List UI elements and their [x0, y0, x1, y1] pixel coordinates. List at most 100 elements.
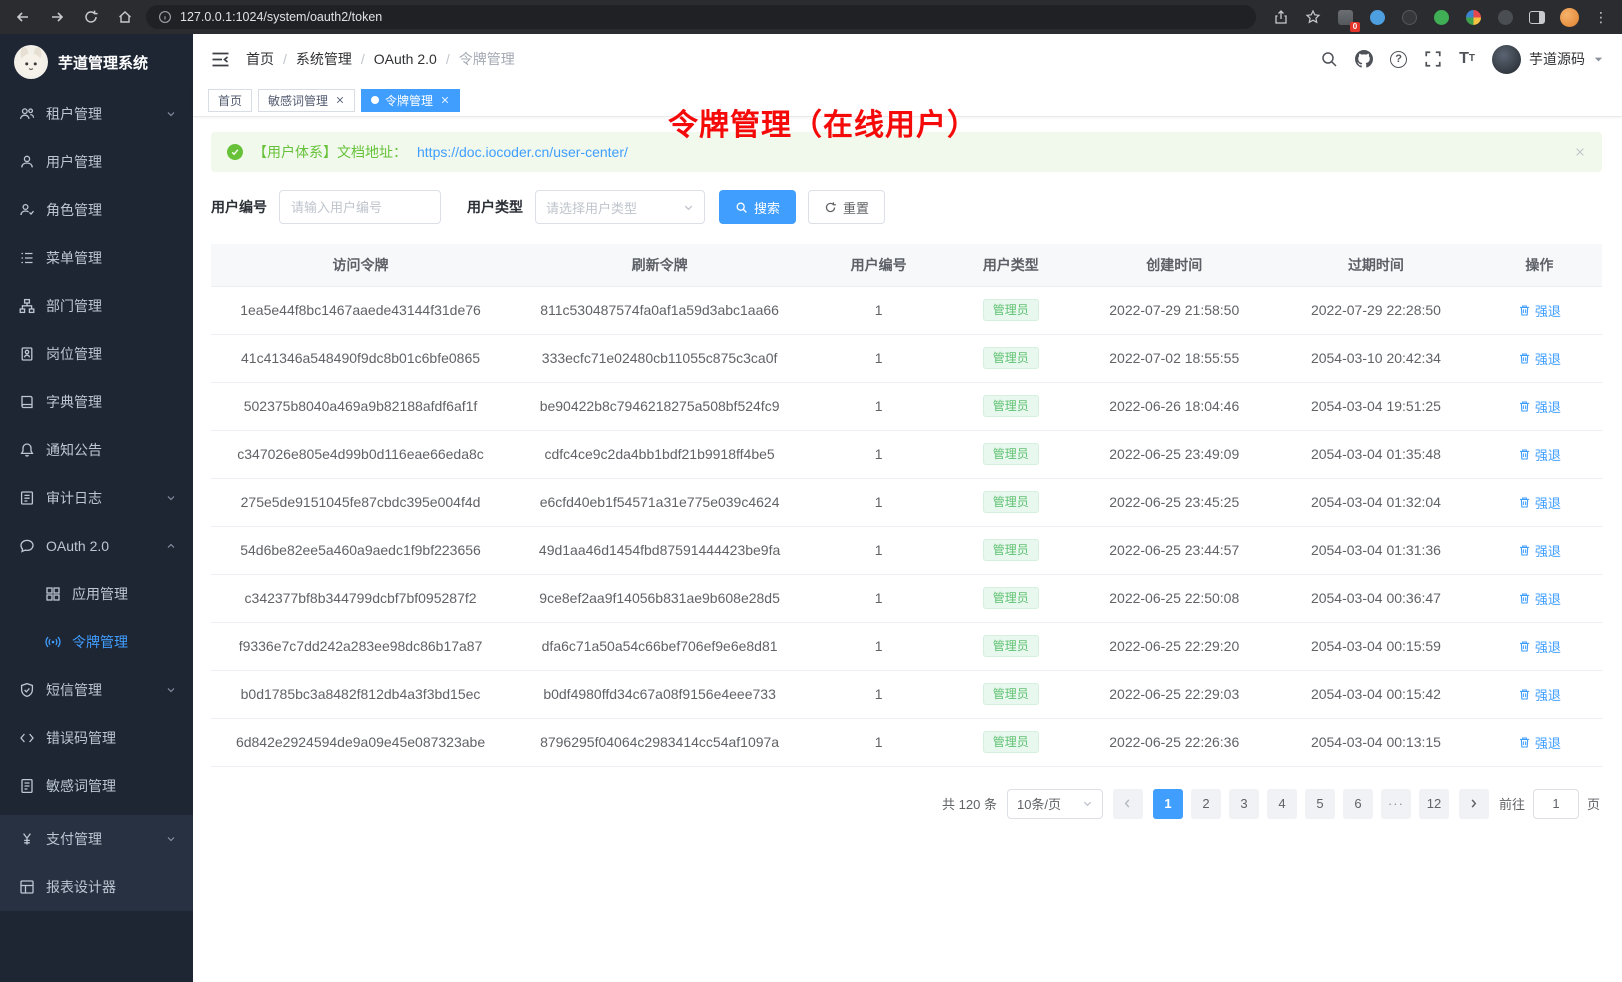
sidebar-item-7[interactable]: 通知公告: [0, 426, 193, 474]
next-page-button[interactable]: [1459, 789, 1489, 819]
sidebar-item-1[interactable]: 用户管理: [0, 138, 193, 186]
force-logout-button[interactable]: 强退: [1518, 637, 1561, 656]
table-row: 54d6be82ee5a460a9aedc1f9bf22365649d1aa46…: [211, 526, 1602, 574]
tab-bar: 首页敏感词管理令牌管理: [193, 84, 1622, 117]
bookmark-star-icon[interactable]: [1302, 6, 1324, 28]
extension-green-icon[interactable]: [1430, 6, 1452, 28]
pager-page-4[interactable]: 4: [1267, 789, 1297, 819]
chevron-down-icon: [165, 684, 177, 696]
pager-pages: 123456···12: [1153, 789, 1449, 819]
action-cell: 强退: [1477, 382, 1602, 430]
tab-2[interactable]: 令牌管理: [361, 89, 460, 112]
sidebar-item-2[interactable]: 角色管理: [0, 186, 193, 234]
sidebar-item-12[interactable]: 短信管理: [0, 666, 193, 714]
search-button[interactable]: 搜索: [719, 190, 796, 224]
force-logout-button[interactable]: 强退: [1518, 541, 1561, 560]
goto-suffix: 页: [1587, 794, 1600, 813]
access-token-cell: 1ea5e44f8bc1467aaede43144f31de76: [211, 286, 510, 334]
sidebar-item-11[interactable]: 令牌管理: [0, 618, 193, 666]
sidebar-item-8[interactable]: 审计日志: [0, 474, 193, 522]
reload-icon[interactable]: [78, 4, 104, 30]
doc-link[interactable]: https://doc.iocoder.cn/user-center/: [417, 144, 628, 160]
reset-button[interactable]: 重置: [808, 190, 885, 224]
force-logout-button[interactable]: 强退: [1518, 685, 1561, 704]
back-icon[interactable]: [10, 4, 36, 30]
refresh-token-cell: dfa6c71a50a54c66bef706ef9e6e8d81: [510, 622, 809, 670]
sidebar-item-13[interactable]: 错误码管理: [0, 714, 193, 762]
app-title: 芋道管理系统: [58, 52, 148, 73]
extension-dark-icon[interactable]: [1398, 6, 1420, 28]
site-info-icon[interactable]: [158, 10, 172, 24]
force-logout-button[interactable]: 强退: [1518, 349, 1561, 368]
extension-blue-icon[interactable]: [1366, 6, 1388, 28]
page-size-select[interactable]: 10条/页: [1007, 789, 1103, 819]
force-logout-button[interactable]: 强退: [1518, 445, 1561, 464]
sidebar-item-4[interactable]: 部门管理: [0, 282, 193, 330]
force-logout-button[interactable]: 强退: [1518, 397, 1561, 416]
user-type-select[interactable]: 请选择用户类型: [535, 190, 705, 224]
alert-close-icon[interactable]: [1574, 146, 1586, 158]
force-logout-button[interactable]: 强退: [1518, 589, 1561, 608]
sidebar-item-0[interactable]: 租户管理: [0, 90, 193, 138]
breadcrumb-item-2[interactable]: OAuth 2.0: [374, 51, 437, 67]
sidebar-item-16[interactable]: 报表设计器: [0, 863, 193, 911]
breadcrumb-item-0[interactable]: 首页: [246, 49, 274, 69]
profile-avatar[interactable]: [1558, 6, 1580, 28]
force-logout-button[interactable]: 强退: [1518, 493, 1561, 512]
user-id-input[interactable]: [279, 190, 441, 224]
extension-paw-icon[interactable]: [1494, 6, 1516, 28]
pager-more[interactable]: ···: [1381, 789, 1411, 819]
sidebar-item-9[interactable]: OAuth 2.0: [0, 522, 193, 570]
pager-page-12[interactable]: 12: [1419, 789, 1449, 819]
home-icon[interactable]: [112, 4, 138, 30]
user-id-cell: 1: [809, 670, 948, 718]
chevron-down-icon: [683, 202, 694, 213]
refresh-token-cell: 8796295f04064c2983414cc54af1097a: [510, 718, 809, 766]
search-icon[interactable]: [1320, 50, 1338, 68]
active-tab-dot: [371, 96, 379, 104]
prev-page-button[interactable]: [1113, 789, 1143, 819]
sidebar-item-14[interactable]: 敏感词管理: [0, 762, 193, 810]
forward-icon[interactable]: [44, 4, 70, 30]
extension-badge-icon[interactable]: 0: [1334, 6, 1356, 28]
user-type-cell: 管理员: [948, 478, 1073, 526]
pager-page-5[interactable]: 5: [1305, 789, 1335, 819]
user-menu[interactable]: 芋道源码: [1492, 45, 1604, 74]
fullscreen-icon[interactable]: [1424, 50, 1442, 68]
force-logout-button[interactable]: 强退: [1518, 301, 1561, 320]
sidebar-item-15[interactable]: 支付管理: [0, 815, 193, 863]
pager-page-2[interactable]: 2: [1191, 789, 1221, 819]
access-token-cell: 41c41346a548490f9dc8b01c6bfe0865: [211, 334, 510, 382]
app-logo[interactable]: 芋道管理系统: [0, 34, 193, 90]
pager-page-3[interactable]: 3: [1229, 789, 1259, 819]
browser-menu-icon[interactable]: ⋮: [1590, 6, 1612, 28]
sidebar-item-10[interactable]: 应用管理: [0, 570, 193, 618]
tab-1[interactable]: 敏感词管理: [258, 89, 355, 112]
tab-0[interactable]: 首页: [208, 89, 252, 112]
collapse-menu-icon[interactable]: [211, 51, 230, 68]
sidebar-item-6[interactable]: 字典管理: [0, 378, 193, 426]
pager-page-1[interactable]: 1: [1153, 789, 1183, 819]
github-icon[interactable]: [1355, 50, 1373, 68]
tab-close-icon[interactable]: [334, 95, 345, 106]
sidebar-item-5[interactable]: 岗位管理: [0, 330, 193, 378]
share-icon[interactable]: [1270, 6, 1292, 28]
extensions-puzzle-icon[interactable]: [1462, 6, 1484, 28]
trash-icon: [1518, 736, 1531, 749]
chevron-down-icon: [165, 108, 177, 120]
tab-close-icon[interactable]: [439, 95, 450, 106]
table-row: 275e5de9151045fe87cbdc395e004f4de6cfd40e…: [211, 478, 1602, 526]
breadcrumb-item-1[interactable]: 系统管理: [296, 49, 352, 69]
goto-page-input[interactable]: [1533, 789, 1579, 819]
access-token-cell: 275e5de9151045fe87cbdc395e004f4d: [211, 478, 510, 526]
breadcrumb-separator: /: [361, 51, 365, 67]
side-panel-icon[interactable]: [1526, 6, 1548, 28]
url-bar[interactable]: 127.0.0.1:1024/system/oauth2/token: [146, 5, 1256, 29]
font-size-icon[interactable]: TT: [1459, 51, 1475, 67]
sidebar-item-3[interactable]: 菜单管理: [0, 234, 193, 282]
force-logout-button[interactable]: 强退: [1518, 733, 1561, 752]
user-type-badge: 管理员: [983, 683, 1039, 705]
pager-page-6[interactable]: 6: [1343, 789, 1373, 819]
errcode-icon: [19, 730, 35, 746]
help-icon[interactable]: ?: [1390, 51, 1407, 68]
